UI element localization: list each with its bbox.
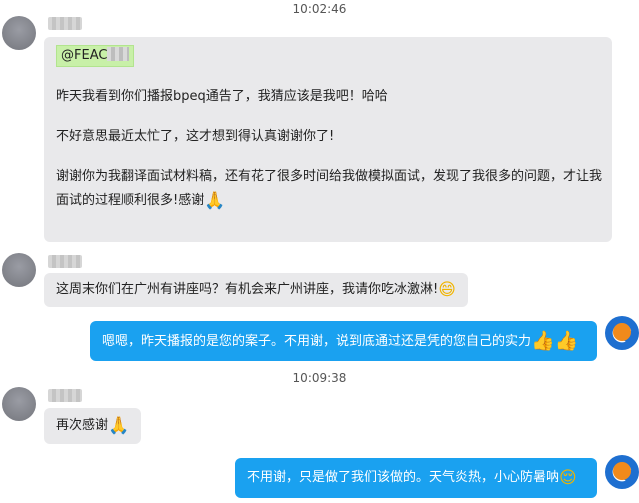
avatar-logo-icon	[613, 323, 631, 341]
contact-avatar[interactable]	[2, 253, 36, 287]
message-bubble-incoming[interactable]: 这周末你们在广州有讲座吗？有机会来广州讲座，我请你吃冰激淋!😄	[44, 273, 468, 307]
message-bubble-incoming[interactable]: 再次感谢🙏	[44, 408, 141, 444]
contact-avatar[interactable]	[2, 387, 36, 421]
folded-hands-icon: 🙏	[204, 191, 226, 211]
mention-text: @FEAC	[61, 48, 108, 63]
smiling-face-icon: 😌	[559, 468, 577, 488]
contact-avatar[interactable]	[2, 16, 36, 50]
message-line: 谢谢你为我翻译面试材料稿，还有花了很多时间给我做模拟面试，发现了我很多的问题，才…	[56, 169, 603, 184]
message-line: 不好意思最近太忙了，这才想到得认真谢谢你了!	[56, 129, 335, 144]
message-bubble-outgoing[interactable]: 不用谢，只是做了我们该做的。天气炎热，小心防暑呐😌	[235, 458, 597, 498]
self-avatar[interactable]	[605, 316, 639, 350]
thumbs-up-icon: 👍	[531, 330, 555, 352]
message-text: 这周末你们在广州有讲座吗？有机会来广州讲座，我请你吃冰激淋!	[56, 282, 439, 297]
message-bubble-outgoing[interactable]: 嗯嗯，昨天播报的是您的案子。不用谢，说到底通过还是凭的您自己的实力👍👍	[90, 321, 597, 361]
contact-name-blurred	[48, 389, 82, 402]
mention-name-blurred	[107, 47, 130, 61]
grinning-face-icon: 😄	[438, 280, 456, 300]
message-line: 昨天我看到你们播报bpeq通告了，我猜应该是我吧！哈哈	[56, 89, 388, 104]
avatar-logo-icon	[613, 462, 631, 480]
mention-tag[interactable]: @FEAC	[56, 45, 135, 67]
timestamp: 10:09:38	[292, 371, 347, 385]
message-line: 面试的过程顺利很多!感谢	[56, 193, 205, 208]
contact-name-blurred	[48, 255, 82, 268]
self-avatar[interactable]	[605, 455, 639, 489]
thumbs-up-icon: 👍	[554, 330, 579, 352]
folded-hands-icon: 🙏	[108, 416, 130, 436]
contact-name-blurred	[48, 17, 82, 30]
message-text: 再次感谢	[56, 418, 109, 433]
message-text: 嗯嗯，昨天播报的是您的案子。不用谢，说到底通过还是凭的您自己的实力	[102, 334, 532, 349]
message-text: 不用谢，只是做了我们该做的。天气炎热，小心防暑呐	[247, 470, 560, 485]
timestamp: 10:02:46	[292, 2, 347, 16]
message-bubble-incoming[interactable]: @FEAC 昨天我看到你们播报bpeq通告了，我猜应该是我吧！哈哈 不好意思最近…	[44, 37, 612, 242]
